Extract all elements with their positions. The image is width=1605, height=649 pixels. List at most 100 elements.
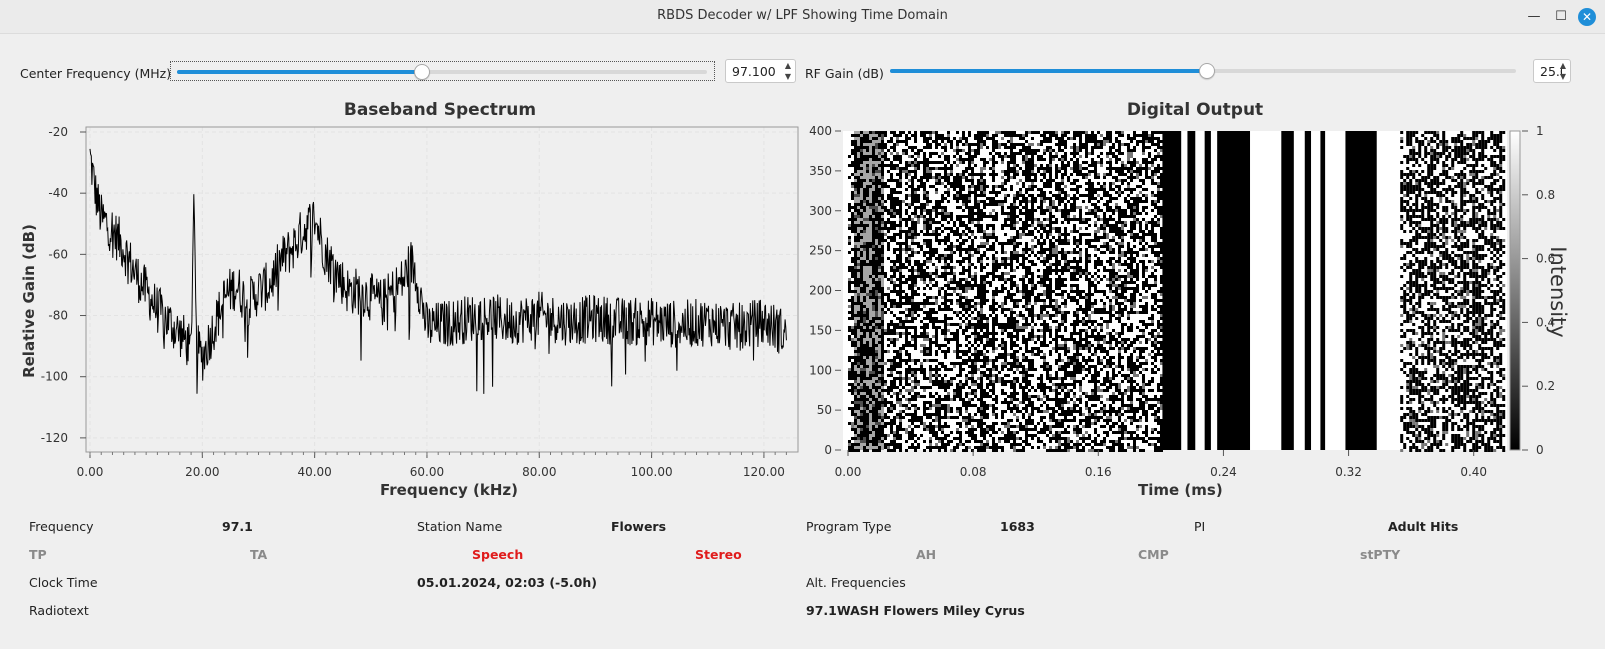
digital-output-cell — [935, 191, 938, 194]
digital-output-cell — [1025, 299, 1028, 302]
digital-output-cell — [917, 368, 920, 371]
digital-output-cell — [935, 215, 938, 218]
digital-output-cell — [1037, 257, 1040, 260]
digital-output-cell — [923, 251, 926, 254]
digital-output-cell — [905, 140, 908, 143]
digital-output-cell — [1046, 344, 1049, 347]
digital-output-cell — [989, 203, 992, 206]
digital-output-cell — [917, 335, 920, 338]
digital-output-cell — [1055, 272, 1058, 275]
digital-output-cell — [989, 338, 992, 341]
digital-output-cell — [1043, 299, 1046, 302]
digital-output-cell — [1064, 347, 1067, 350]
digital-output-cell — [1031, 173, 1034, 176]
digital-output-cell — [1079, 233, 1082, 236]
digital-output-cell — [902, 359, 905, 362]
digital-output-cell — [1049, 440, 1052, 443]
digital-output-cell — [1040, 329, 1043, 332]
digital-output-cell — [899, 425, 902, 428]
digital-output-cell — [950, 440, 953, 443]
digital-output-cell — [1013, 281, 1016, 284]
digital-output-cell — [995, 368, 998, 371]
digital-output-cell — [1052, 263, 1055, 266]
digital-output-cell — [944, 404, 947, 407]
digital-output-cell — [1034, 236, 1037, 239]
digital-output-cell — [884, 233, 887, 236]
digital-output-cell — [1010, 146, 1013, 149]
digital-output-cell — [974, 347, 977, 350]
digital-output-cell — [1025, 308, 1028, 311]
digital-output-cell — [1064, 341, 1067, 344]
digital-output-cell — [1055, 329, 1058, 332]
digital-output-cell — [941, 134, 944, 137]
digital-output-cell — [959, 293, 962, 296]
digital-output-cell — [971, 170, 974, 173]
digital-output-cell — [1067, 401, 1070, 404]
digital-output-cell — [1037, 293, 1040, 296]
digital-output-cell — [902, 410, 905, 413]
digital-output-cell — [902, 347, 905, 350]
digital-output-cell — [1043, 218, 1046, 221]
digital-output-cell — [1040, 314, 1043, 317]
digital-output-cell — [992, 320, 995, 323]
digital-output-cell — [1016, 236, 1019, 239]
digital-output-cell — [1076, 410, 1079, 413]
digital-output-cell — [962, 320, 965, 323]
digital-output-cell — [1022, 200, 1025, 203]
digital-output-cell — [971, 287, 974, 290]
digital-output-cell — [1079, 449, 1082, 452]
digital-output-cell — [848, 290, 851, 293]
digital-output-cell — [995, 236, 998, 239]
digital-output-cell — [893, 260, 896, 263]
digital-output-cell — [914, 338, 917, 341]
digital-output-cell — [1016, 377, 1019, 380]
digital-output-cell — [944, 176, 947, 179]
digital-output-cell — [932, 230, 935, 233]
digital-output-cell — [1073, 425, 1076, 428]
digital-output-cell — [965, 257, 968, 260]
digital-output-cell — [989, 245, 992, 248]
digital-output-cell — [974, 326, 977, 329]
digital-output-cell — [926, 386, 929, 389]
digital-output-cell — [1034, 314, 1037, 317]
digital-output-cell — [899, 200, 902, 203]
digital-output-cell — [995, 356, 998, 359]
digital-output-cell — [1040, 404, 1043, 407]
digital-output-cell — [1013, 242, 1016, 245]
digital-output-cell — [1022, 359, 1025, 362]
digital-output-cell — [1058, 293, 1061, 296]
digital-output-cell — [1049, 374, 1052, 377]
digital-output-cell — [986, 332, 989, 335]
digital-output-cell — [1022, 158, 1025, 161]
digital-output-cell — [1040, 197, 1043, 200]
digital-output-cell — [896, 353, 899, 356]
digital-output-cell — [950, 308, 953, 311]
digital-output-cell — [887, 242, 890, 245]
digital-output-cell — [1046, 236, 1049, 239]
digital-output-cell — [1058, 140, 1061, 143]
digital-output-cell — [989, 167, 992, 170]
digital-output-cell — [932, 434, 935, 437]
digital-output-cell — [959, 194, 962, 197]
digital-output-cell — [1058, 440, 1061, 443]
digital-output-cell — [893, 263, 896, 266]
digital-output-cell — [995, 251, 998, 254]
digital-output-cell — [923, 311, 926, 314]
digital-output-cell — [947, 272, 950, 275]
digital-output-cell — [908, 161, 911, 164]
digital-output-cell — [926, 143, 929, 146]
digital-output-cell — [899, 155, 902, 158]
digital-output-cell — [944, 434, 947, 437]
digital-output-cell — [1064, 203, 1067, 206]
digital-output-cell — [953, 332, 956, 335]
digital-output-cell — [1076, 149, 1079, 152]
digital-output-cell — [1067, 446, 1070, 449]
digital-output-cell — [848, 266, 851, 269]
digital-output-cell — [956, 179, 959, 182]
digital-output-cell — [1010, 143, 1013, 146]
digital-output-cell — [1058, 230, 1061, 233]
digital-output-cell — [929, 404, 932, 407]
digital-output-cell — [980, 335, 983, 338]
digital-output-cell — [995, 407, 998, 410]
digital-output-cell — [986, 416, 989, 419]
